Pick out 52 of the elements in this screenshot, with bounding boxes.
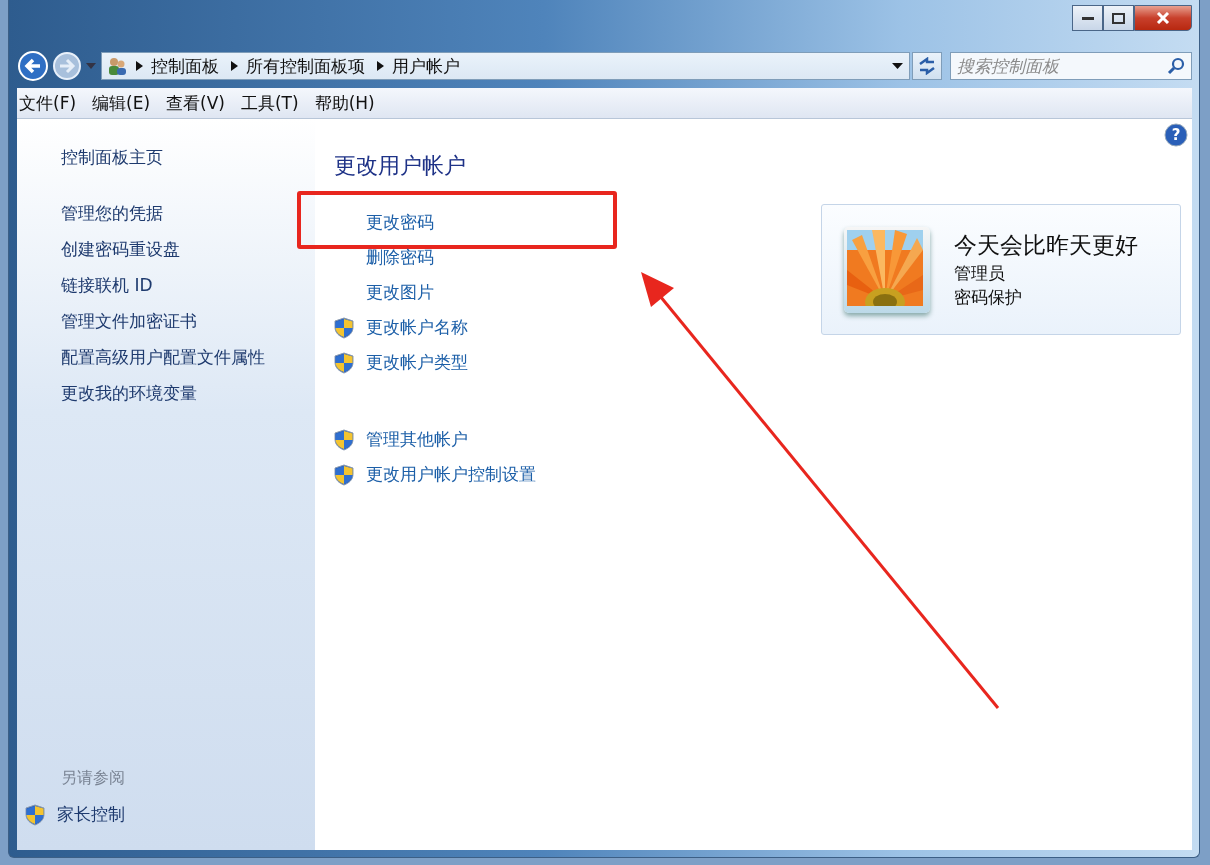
breadcrumb-arrow-icon[interactable] (136, 61, 143, 71)
breadcrumb-arrow-icon[interactable] (377, 61, 384, 71)
shield-icon (334, 463, 354, 486)
address-bar[interactable]: 控制面板 所有控制面板项 用户帐户 (101, 52, 910, 80)
task-link[interactable]: 管理其他帐户 (366, 428, 468, 451)
menu-item[interactable]: 工具(T) (240, 91, 299, 115)
task-link[interactable]: 更改用户帐户控制设置 (366, 463, 536, 486)
sidebar-link[interactable]: 配置高级用户配置文件属性 (61, 339, 315, 375)
users-icon (106, 56, 128, 76)
sidebar-link[interactable]: 链接联机 ID (61, 267, 315, 303)
refresh-icon (917, 57, 937, 75)
task-link[interactable]: 更改帐户名称 (366, 316, 468, 339)
sidebar-link[interactable]: 管理文件加密证书 (61, 303, 315, 339)
menu-item[interactable]: 编辑(E) (92, 91, 151, 115)
menu-item[interactable]: 文件(F) (19, 91, 77, 115)
sidebar-link[interactable]: 控制面板主页 (61, 139, 315, 175)
menu-item[interactable]: 帮助(H) (314, 91, 375, 115)
search-icon (1167, 57, 1185, 75)
minimize-button[interactable] (1072, 5, 1103, 31)
task-link[interactable]: 更改密码 (366, 211, 434, 234)
shield-icon (334, 428, 354, 451)
task-link[interactable]: 更改帐户类型 (366, 351, 468, 374)
maximize-icon (1112, 12, 1125, 24)
help-icon[interactable]: ? (1164, 123, 1188, 147)
breadcrumb[interactable]: 用户帐户 (392, 54, 460, 78)
refresh-button[interactable] (912, 52, 942, 80)
forward-button[interactable] (51, 50, 83, 82)
close-icon (1156, 12, 1170, 24)
minimize-icon (1081, 15, 1094, 21)
sidebar-link[interactable]: 创建密码重设盘 (61, 231, 315, 267)
section-heading: 另请参阅 (61, 768, 126, 789)
dropdown-caret-icon[interactable] (892, 63, 903, 69)
back-button[interactable] (17, 50, 49, 82)
breadcrumb-arrow-icon[interactable] (231, 61, 238, 71)
shield-icon (25, 803, 45, 826)
account-name: 今天会比昨天更好 (954, 231, 1138, 260)
breadcrumb[interactable]: 控制面板 (151, 54, 219, 78)
task-link[interactable]: 删除密码 (366, 246, 434, 269)
shield-icon (334, 316, 354, 339)
sidebar-link[interactable]: 更改我的环境变量 (61, 375, 315, 411)
menu-item[interactable]: 查看(V) (166, 91, 225, 115)
account-detail: 密码保护 (954, 286, 1023, 309)
sidebar-link[interactable]: 管理您的凭据 (61, 195, 315, 231)
sidebar-link[interactable]: 家长控制 (57, 803, 125, 826)
shield-icon (334, 351, 354, 374)
page-title: 更改用户帐户 (334, 152, 467, 180)
breadcrumb[interactable]: 所有控制面板项 (246, 54, 365, 78)
account-detail: 管理员 (954, 262, 1006, 285)
search-field[interactable]: 搜索控制面板 (950, 52, 1192, 80)
close-button[interactable] (1134, 5, 1192, 31)
task-link[interactable]: 更改图片 (366, 281, 434, 304)
maximize-button[interactable] (1103, 5, 1134, 31)
